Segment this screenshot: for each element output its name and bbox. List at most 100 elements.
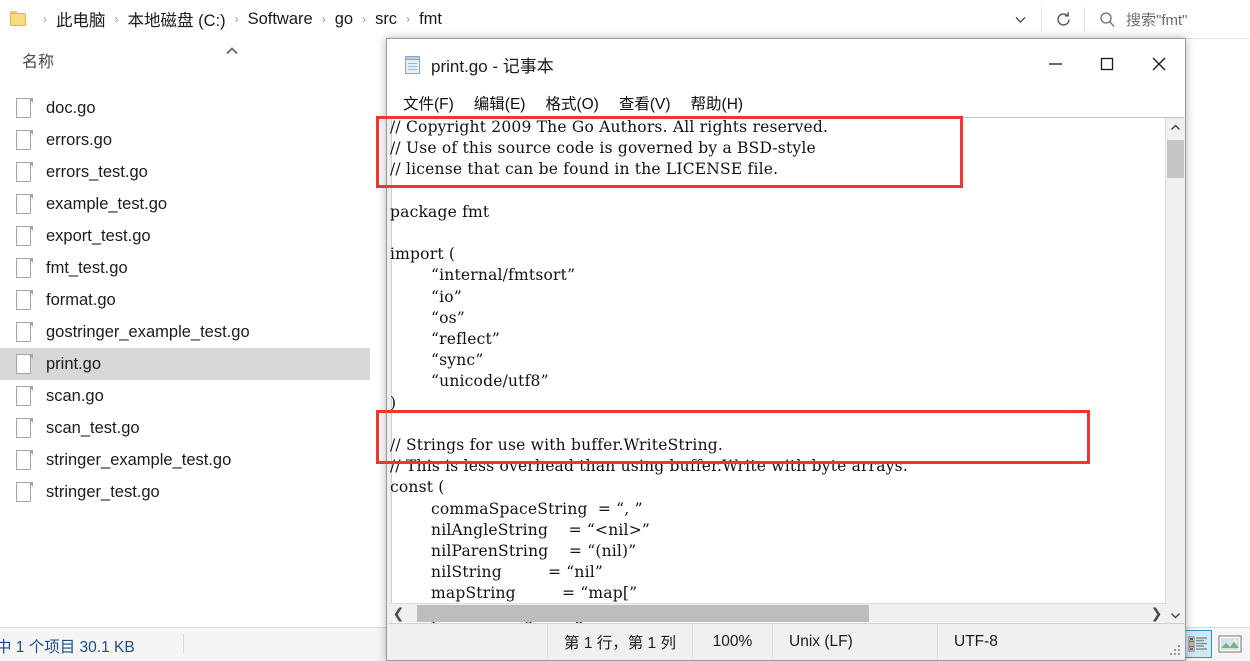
breadcrumb-separator: › (114, 12, 119, 26)
file-name-label: scan_test.go (46, 418, 140, 437)
file-name-label: errors_test.go (46, 162, 148, 181)
minimize-icon[interactable] (1029, 39, 1081, 89)
file-name-label: example_test.go (46, 194, 168, 213)
list-item[interactable]: stringer_example_test.go (0, 444, 386, 476)
window-title: print.go - 记事本 (431, 57, 554, 76)
file-icon (16, 353, 33, 375)
notepad-status-bar: 第 1 行，第 1 列 100% Unix (LF) UTF-8 (388, 623, 1184, 660)
vertical-scrollbar-thumb[interactable] (1167, 140, 1184, 178)
file-name-label: fmt_test.go (46, 258, 128, 277)
refresh-icon[interactable] (1042, 0, 1084, 38)
details-view-icon[interactable] (1184, 630, 1212, 658)
list-item[interactable]: export_test.go (0, 220, 386, 252)
editor-content[interactable]: // Copyright 2009 The Go Authors. All ri… (390, 118, 908, 623)
file-icon (16, 97, 33, 119)
status-selection-text: 中 1 个项目 30.1 KB (0, 639, 135, 656)
list-item[interactable]: print.go (0, 348, 370, 380)
breadcrumb-item-0[interactable]: 此电脑 (54, 7, 108, 31)
breadcrumb-item-2[interactable]: Software (246, 10, 315, 29)
address-bar: › 此电脑 › 本地磁盘 (C:) › Software › go › src … (0, 0, 1250, 39)
column-header-label: 名称 (22, 54, 55, 71)
list-item[interactable]: example_test.go (0, 188, 386, 220)
file-icon (16, 257, 33, 279)
search-input[interactable]: 搜索"fmt" (1085, 0, 1250, 38)
breadcrumb[interactable]: › 此电脑 › 本地磁盘 (C:) › Software › go › src … (36, 0, 444, 38)
list-item[interactable]: stringer_test.go (0, 476, 386, 508)
horizontal-scrollbar[interactable]: ❮ ❯ (389, 603, 1166, 622)
list-item[interactable]: scan.go (0, 380, 386, 412)
file-icon (16, 321, 33, 343)
file-name-label: format.go (46, 290, 116, 309)
file-list[interactable]: doc.go errors.go errors_test.go example_tes… (0, 92, 386, 616)
file-icon (16, 193, 33, 215)
resize-grip-icon[interactable] (1169, 644, 1181, 656)
notepad-window: print.go - 记事本 文件(F) 编辑(E) 格式(O) 查看(V) 帮… (386, 38, 1186, 661)
list-item[interactable]: doc.go (0, 92, 386, 124)
chevron-left-icon[interactable]: ❮ (389, 604, 408, 622)
menu-item-edit[interactable]: 编辑(E) (474, 92, 526, 114)
breadcrumb-separator: › (43, 12, 47, 26)
address-bar-controls: 搜索"fmt" (999, 0, 1250, 38)
notepad-icon (403, 55, 423, 75)
menu-item-file[interactable]: 文件(F) (403, 92, 454, 114)
list-item[interactable]: errors.go (0, 124, 386, 156)
divider (183, 634, 184, 653)
status-line-ending: Unix (LF) (773, 623, 938, 660)
file-name-label: export_test.go (46, 226, 151, 245)
search-icon (1100, 11, 1115, 27)
close-icon[interactable] (1133, 39, 1185, 89)
large-icons-view-icon[interactable] (1216, 630, 1244, 658)
search-placeholder-text: 搜索"fmt" (1126, 11, 1188, 29)
window-controls[interactable] (1029, 39, 1185, 89)
column-header-name[interactable]: 名称 (0, 38, 386, 80)
file-icon (16, 161, 33, 183)
breadcrumb-item-4[interactable]: src (373, 10, 399, 29)
list-item[interactable]: fmt_test.go (0, 252, 386, 284)
list-item[interactable]: errors_test.go (0, 156, 386, 188)
breadcrumb-separator: › (406, 12, 411, 26)
chevron-right-icon[interactable]: ❯ (1147, 604, 1166, 622)
horizontal-scrollbar-thumb[interactable] (417, 605, 869, 622)
vertical-scrollbar[interactable] (1165, 118, 1184, 623)
breadcrumb-item-5[interactable]: fmt (417, 10, 444, 29)
breadcrumb-separator: › (321, 12, 326, 26)
file-name-label: print.go (46, 354, 102, 373)
file-icon (16, 417, 33, 439)
file-icon (16, 481, 33, 503)
file-icon (16, 385, 33, 407)
chevron-up-icon[interactable] (1166, 118, 1184, 136)
file-name-label: stringer_example_test.go (46, 450, 232, 469)
folder-icon (10, 11, 27, 26)
file-name-label: scan.go (46, 386, 104, 405)
breadcrumb-separator: › (362, 12, 367, 26)
list-item[interactable]: scan_test.go (0, 412, 386, 444)
file-icon (16, 289, 33, 311)
status-zoom-level: 100% (693, 623, 773, 660)
status-spacer (388, 623, 548, 660)
file-name-label: doc.go (46, 98, 96, 117)
notepad-title-bar[interactable]: print.go - 记事本 (387, 39, 1185, 89)
file-icon (16, 449, 33, 471)
file-name-label: gostringer_example_test.go (46, 322, 250, 341)
file-name-label: stringer_test.go (46, 482, 160, 501)
list-item[interactable]: format.go (0, 284, 386, 316)
chevron-up-icon (226, 47, 238, 55)
view-mode-buttons[interactable] (1184, 630, 1244, 658)
file-name-label: errors.go (46, 130, 113, 149)
notepad-text-area[interactable]: // Copyright 2009 The Go Authors. All ri… (388, 117, 1184, 623)
menu-item-view[interactable]: 查看(V) (619, 92, 671, 114)
status-encoding: UTF-8 (954, 632, 998, 650)
file-icon (16, 129, 33, 151)
menu-item-format[interactable]: 格式(O) (545, 92, 598, 114)
maximize-icon[interactable] (1081, 39, 1133, 89)
chevron-down-icon[interactable] (1166, 606, 1184, 623)
chevron-down-icon[interactable] (999, 0, 1041, 38)
breadcrumb-separator: › (234, 12, 239, 26)
list-item[interactable]: gostringer_example_test.go (0, 316, 386, 348)
breadcrumb-item-3[interactable]: go (333, 10, 355, 29)
file-icon (16, 225, 33, 247)
status-cursor-position: 第 1 行，第 1 列 (548, 623, 693, 660)
menu-item-help[interactable]: 帮助(H) (691, 92, 744, 114)
notepad-menu-bar[interactable]: 文件(F) 编辑(E) 格式(O) 查看(V) 帮助(H) (387, 89, 1185, 117)
breadcrumb-item-1[interactable]: 本地磁盘 (C:) (126, 7, 228, 31)
